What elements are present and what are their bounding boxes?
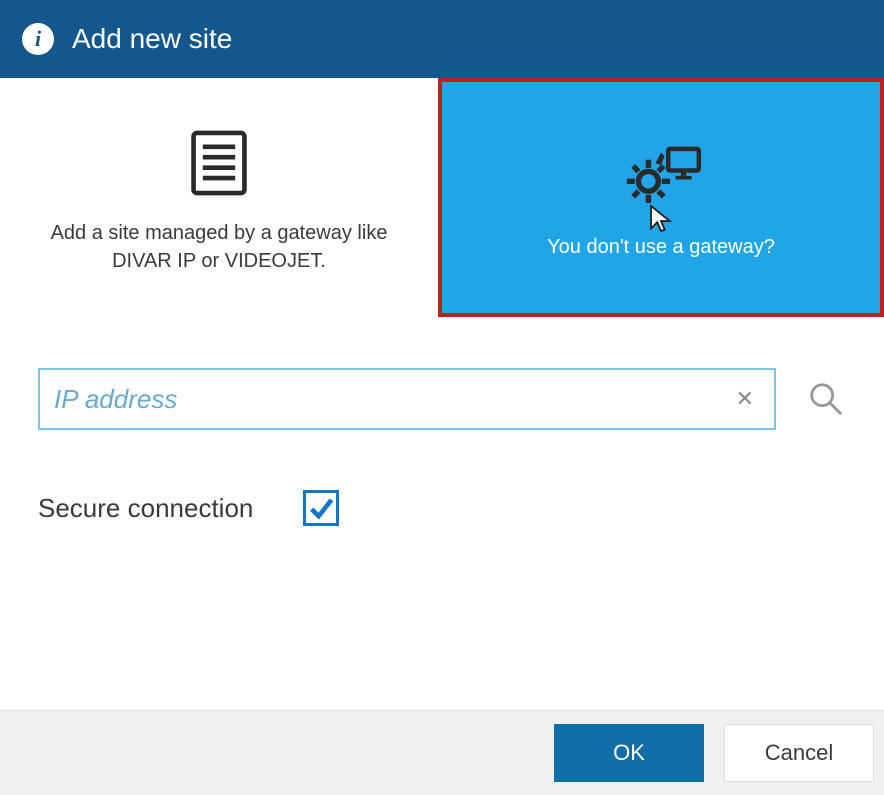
info-icon: i bbox=[22, 23, 54, 55]
ip-row: ✕ bbox=[38, 368, 846, 430]
secure-connection-checkbox[interactable] bbox=[303, 490, 339, 526]
ip-address-input[interactable] bbox=[54, 384, 730, 415]
gear-monitor-icon bbox=[616, 137, 706, 222]
dialog-footer: OK Cancel bbox=[0, 710, 884, 795]
server-icon bbox=[174, 120, 264, 205]
titlebar: i Add new site bbox=[0, 0, 884, 78]
cancel-button[interactable]: Cancel bbox=[724, 724, 874, 782]
option-gateway-label: Add a site managed by a gateway like DIV… bbox=[30, 219, 408, 275]
body-area: ✕ Secure connection bbox=[0, 318, 884, 710]
ip-input-wrap: ✕ bbox=[38, 368, 776, 430]
search-icon[interactable] bbox=[806, 379, 846, 419]
option-no-gateway-label: You don't use a gateway? bbox=[547, 236, 775, 259]
site-type-options: Add a site managed by a gateway like DIV… bbox=[0, 78, 884, 318]
option-gateway[interactable]: Add a site managed by a gateway like DIV… bbox=[0, 78, 438, 317]
option-no-gateway[interactable]: You don't use a gateway? bbox=[438, 78, 884, 317]
ok-button[interactable]: OK bbox=[554, 724, 704, 782]
secure-connection-label: Secure connection bbox=[38, 493, 253, 524]
dialog-title: Add new site bbox=[72, 23, 232, 55]
clear-icon[interactable]: ✕ bbox=[730, 386, 760, 412]
secure-row: Secure connection bbox=[38, 490, 846, 526]
